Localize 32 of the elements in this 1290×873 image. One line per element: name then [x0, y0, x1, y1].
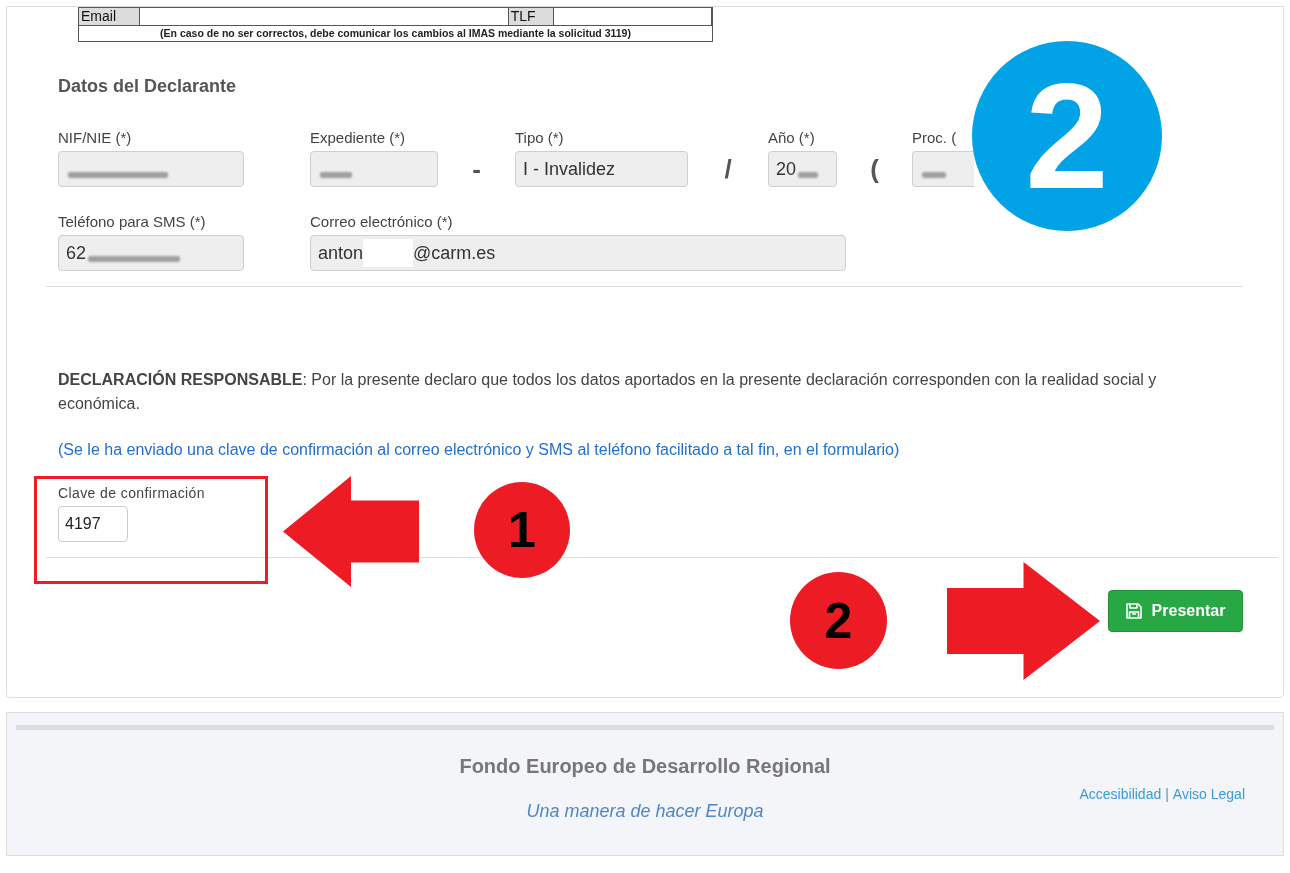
footer-slogan: Una manera de hacer Europa: [526, 800, 764, 822]
input-field[interactable]: I - Invalidez: [515, 151, 688, 187]
input-field[interactable]: anton @carm.es: [310, 235, 846, 271]
footer-title: Fondo Europeo de Desarrollo Regional: [459, 754, 831, 779]
field-label: Año (*): [768, 129, 815, 147]
declaration-text: DECLARACIÓN RESPONSABLE: Por la presente declaro que todos los datos aportados en la presente declaración corresponden con la realidad social y económica.: [58, 369, 1158, 414]
field-separator: (: [870, 154, 879, 184]
blurred-text: [922, 172, 946, 178]
blurred-text: [798, 172, 819, 178]
table-header-cell: TLF: [508, 8, 554, 25]
document-note: (En caso de no ser correctos, debe comunicar los cambios al IMAS mediante la solicitud 3119): [160, 27, 631, 40]
input-field[interactable]: 62: [58, 235, 244, 271]
input-field[interactable]: 20: [768, 151, 837, 187]
blurred-text: [320, 172, 352, 178]
section-title: Datos del Declarante: [58, 75, 237, 97]
field-label: Proc. (: [912, 129, 957, 147]
link-separator: |: [1165, 784, 1169, 803]
notice-text: (Se le ha enviado una clave de confirmación al correo electrónico y SMS al teléfono facilitado a tal fin, en el formulario): [58, 440, 900, 460]
input-field[interactable]: 4197: [58, 506, 128, 542]
input-field[interactable]: [58, 151, 244, 187]
field-label: Teléfono para SMS (*): [58, 213, 206, 231]
input-field[interactable]: [310, 151, 438, 187]
field-separator: /: [724, 154, 732, 184]
field-label: Clave de confirmación: [58, 484, 205, 502]
field-label: NIF/NIE (*): [58, 129, 132, 147]
table-header-cell: Email: [79, 8, 140, 25]
field-label: Tipo (*): [515, 129, 564, 147]
field-label: Expediente (*): [310, 129, 406, 147]
input-field[interactable]: [912, 151, 974, 187]
save-icon: [1125, 603, 1142, 619]
field-separator: -: [472, 154, 481, 184]
field-label: Correo electrónico (*): [310, 213, 453, 231]
